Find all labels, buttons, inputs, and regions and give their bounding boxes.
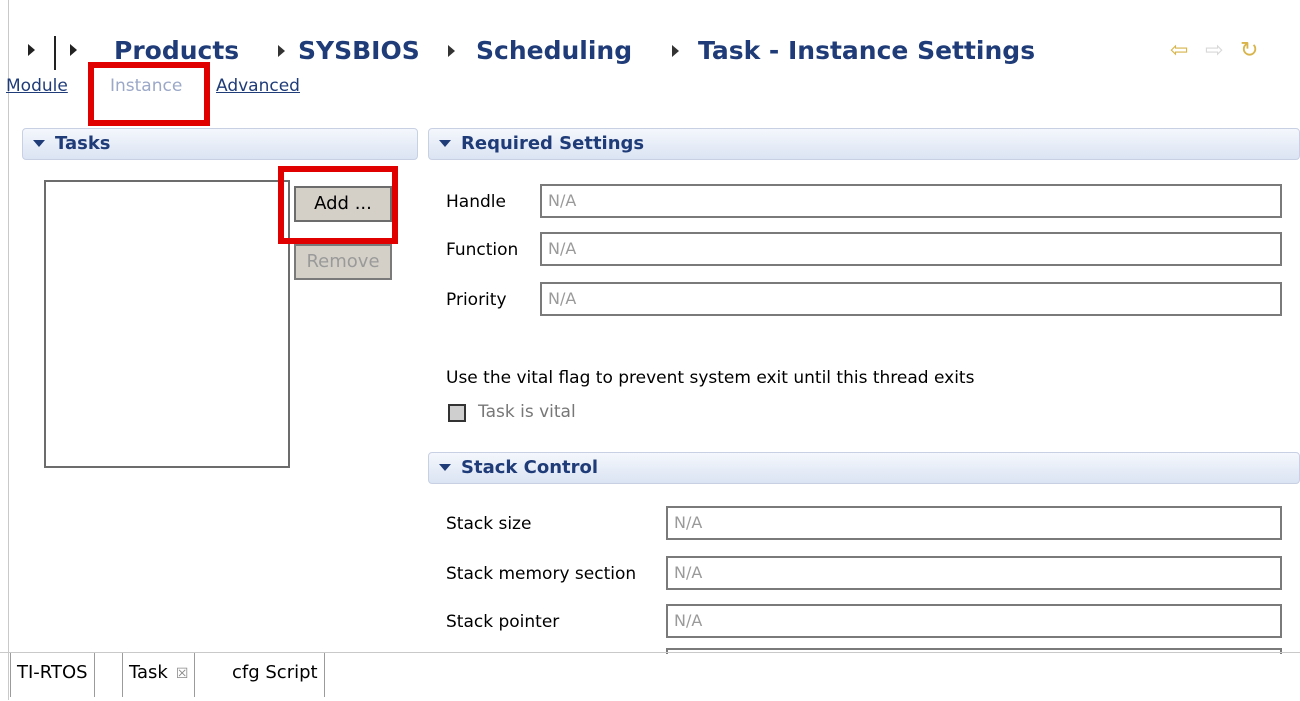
stack-pointer-field[interactable]: N/A xyxy=(666,604,1282,638)
vital-flag-description: Use the vital flag to prevent system exi… xyxy=(446,368,975,388)
refresh-icon[interactable]: ↻ xyxy=(1240,38,1258,63)
stack-size-field[interactable]: N/A xyxy=(666,506,1282,540)
tab-advanced[interactable]: Advanced xyxy=(216,76,300,96)
required-settings-title: Required Settings xyxy=(461,133,645,154)
left-border xyxy=(8,0,9,700)
task-vital-checkbox[interactable] xyxy=(448,404,466,422)
stack-pointer-label: Stack pointer xyxy=(446,612,560,632)
stack-memory-section-label: Stack memory section xyxy=(446,564,637,584)
breadcrumb-scheduling[interactable]: Scheduling xyxy=(476,36,632,65)
tasks-section-title: Tasks xyxy=(55,133,111,154)
tab-task-label: Task xyxy=(129,662,168,683)
highlight-add-button xyxy=(278,166,398,244)
tasks-list[interactable] xyxy=(44,180,290,468)
collapse-caret-icon xyxy=(33,140,45,147)
function-field[interactable]: N/A xyxy=(540,232,1282,266)
tab-module[interactable]: Module xyxy=(6,76,68,96)
handle-label: Handle xyxy=(446,192,506,212)
editor-tab-bar: TI-RTOS Task ☒ cfg Script xyxy=(0,652,1300,701)
breadcrumb-products[interactable]: Products xyxy=(114,36,239,65)
stack-control-title: Stack Control xyxy=(461,457,599,478)
breadcrumb-root-triangle-icon[interactable] xyxy=(70,44,77,56)
back-arrow-icon[interactable]: ⇦ xyxy=(1170,38,1188,63)
task-vital-label: Task is vital xyxy=(478,402,576,422)
breadcrumb-arrow-icon xyxy=(448,45,455,57)
remove-task-button[interactable]: Remove xyxy=(294,244,392,280)
priority-label: Priority xyxy=(446,290,507,310)
tab-cfg-script[interactable]: cfg Script xyxy=(226,653,325,697)
breadcrumb-sysbios[interactable]: SYSBIOS xyxy=(298,36,420,65)
tasks-section-header[interactable]: Tasks xyxy=(22,128,418,160)
stack-memory-section-field[interactable]: N/A xyxy=(666,556,1282,590)
collapse-triangle-icon[interactable] xyxy=(28,44,35,56)
stack-control-header[interactable]: Stack Control xyxy=(428,452,1300,484)
breadcrumb-arrow-icon xyxy=(278,45,285,57)
collapse-caret-icon xyxy=(439,140,451,147)
breadcrumb-arrow-icon xyxy=(672,45,679,57)
function-label: Function xyxy=(446,240,519,260)
close-icon[interactable]: ☒ xyxy=(176,666,189,682)
priority-field[interactable]: N/A xyxy=(540,282,1282,316)
tab-ti-rtos[interactable]: TI-RTOS xyxy=(10,653,95,697)
breadcrumb-current: Task - Instance Settings xyxy=(698,36,1036,65)
highlight-instance-tab xyxy=(88,62,210,126)
separator xyxy=(54,36,56,70)
forward-arrow-icon[interactable]: ⇨ xyxy=(1205,38,1223,63)
required-settings-header[interactable]: Required Settings xyxy=(428,128,1300,160)
handle-field[interactable]: N/A xyxy=(540,184,1282,218)
collapse-caret-icon xyxy=(439,464,451,471)
tab-task[interactable]: Task ☒ xyxy=(122,653,196,697)
stack-size-label: Stack size xyxy=(446,514,532,534)
